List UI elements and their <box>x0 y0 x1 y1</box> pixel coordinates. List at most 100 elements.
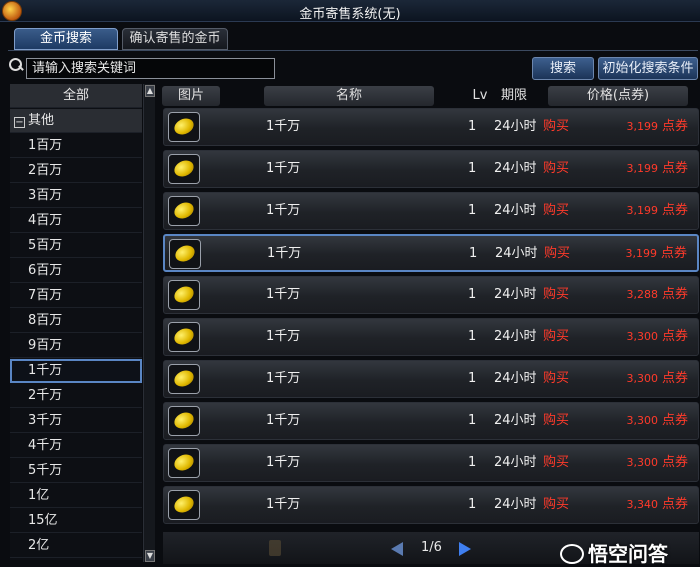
collapse-icon[interactable]: − <box>14 117 25 128</box>
item-name: 1千万 <box>266 161 301 176</box>
item-period: 24小时 <box>494 497 537 512</box>
buy-link[interactable]: 购买 <box>543 361 569 397</box>
price-unit: 点券 <box>661 287 688 302</box>
column-header-period[interactable]: 期限 <box>494 86 534 106</box>
sidebar-group-label: 其他 <box>28 113 55 128</box>
price-amount: 3,300 <box>626 330 658 343</box>
item-price: 3,199 点券 <box>626 193 688 229</box>
item-period: 24小时 <box>494 371 537 386</box>
sidebar-item[interactable]: 3百万 <box>10 184 142 208</box>
price-unit: 点券 <box>661 497 688 512</box>
buy-link[interactable]: 购买 <box>543 109 569 145</box>
price-unit: 点券 <box>661 161 688 176</box>
sidebar-item[interactable]: 4千万 <box>10 434 142 458</box>
sidebar-item[interactable]: 4百万 <box>10 209 142 233</box>
item-level: 1 <box>468 287 477 302</box>
item-level: 1 <box>468 329 477 344</box>
column-header-lv[interactable]: Lv <box>470 86 490 106</box>
sidebar-item[interactable]: 1千万 <box>10 359 142 383</box>
price-amount: 3,199 <box>626 162 658 175</box>
buy-link[interactable]: 购买 <box>543 487 569 523</box>
buy-link[interactable]: 购买 <box>543 193 569 229</box>
price-amount: 3,288 <box>626 288 658 301</box>
tab-divider <box>8 50 698 51</box>
sidebar-item[interactable]: 2千万 <box>10 384 142 408</box>
item-level: 1 <box>468 455 477 470</box>
page-indicator: 1/6 <box>421 540 442 555</box>
sidebar-item-all[interactable]: 全部 <box>10 84 142 108</box>
buy-link[interactable]: 购买 <box>543 151 569 187</box>
item-period: 24小时 <box>494 455 537 470</box>
arrow-left-icon[interactable] <box>391 542 403 556</box>
buy-link[interactable]: 购买 <box>543 403 569 439</box>
price-amount: 3,340 <box>626 498 658 511</box>
item-level: 1 <box>468 413 477 428</box>
table-row[interactable]: 1千万 1 24小时 购买 3,300 点券 <box>163 360 699 398</box>
sidebar-item[interactable]: 1百万 <box>10 134 142 158</box>
arrow-right-icon[interactable] <box>459 542 471 556</box>
sidebar-item[interactable]: 2亿 <box>10 534 142 558</box>
item-name: 1千万 <box>266 371 301 386</box>
reset-search-button[interactable]: 初始化搜索条件 <box>598 57 698 80</box>
price-unit: 点券 <box>661 203 688 218</box>
table-row[interactable]: 1千万 1 24小时 购买 3,288 点券 <box>163 276 699 314</box>
table-row[interactable]: 1千万 1 24小时 购买 3,300 点券 <box>163 318 699 356</box>
table-row[interactable]: 1千万 1 24小时 购买 3,199 点券 <box>163 108 699 146</box>
item-period: 24小时 <box>494 287 537 302</box>
table-row[interactable]: 1千万 1 24小时 购买 3,300 点券 <box>163 402 699 440</box>
buy-link[interactable]: 购买 <box>543 445 569 481</box>
item-period: 24小时 <box>494 413 537 428</box>
sidebar-item[interactable]: 8百万 <box>10 309 142 333</box>
sidebar-item[interactable]: 15亿 <box>10 509 142 533</box>
table-row[interactable]: 1千万 1 24小时 购买 3,300 点券 <box>163 444 699 482</box>
sidebar-item[interactable]: 1亿 <box>10 484 142 508</box>
item-level: 1 <box>468 371 477 386</box>
item-level: 1 <box>468 203 477 218</box>
gold-coin-icon <box>168 406 200 436</box>
table-row[interactable]: 1千万 1 24小时 购买 3,199 点券 <box>163 234 699 272</box>
item-price: 3,300 点券 <box>626 445 688 481</box>
sidebar-item[interactable]: 2百万 <box>10 159 142 183</box>
table-row[interactable]: 1千万 1 24小时 购买 3,199 点券 <box>163 192 699 230</box>
buy-link[interactable]: 购买 <box>544 236 570 270</box>
price-unit: 点券 <box>661 455 688 470</box>
item-level: 1 <box>468 119 477 134</box>
item-name: 1千万 <box>266 119 301 134</box>
item-period: 24小时 <box>495 246 538 261</box>
column-header-name[interactable]: 名称 <box>264 86 434 106</box>
item-price: 3,288 点券 <box>626 277 688 313</box>
sidebar-scrollbar[interactable]: ▲ ▼ <box>143 84 155 562</box>
sidebar-item[interactable]: 9百万 <box>10 334 142 358</box>
item-level: 1 <box>469 246 478 261</box>
tab-gold-search[interactable]: 金币搜索 <box>14 28 118 50</box>
buy-link[interactable]: 购买 <box>543 277 569 313</box>
item-price: 3,300 点券 <box>626 361 688 397</box>
gold-coin-icon <box>168 448 200 478</box>
tab-confirm-consignment[interactable]: 确认寄售的金币 <box>122 28 228 50</box>
item-period: 24小时 <box>494 161 537 176</box>
price-unit: 点券 <box>661 329 688 344</box>
lock-icon <box>269 540 281 556</box>
item-period: 24小时 <box>494 329 537 344</box>
table-row[interactable]: 1千万 1 24小时 购买 3,340 点券 <box>163 486 699 524</box>
sidebar-item[interactable]: 7百万 <box>10 284 142 308</box>
scroll-up-icon[interactable]: ▲ <box>145 85 155 97</box>
scroll-down-icon[interactable]: ▼ <box>145 550 155 562</box>
sidebar-group-other[interactable]: − 其他 <box>10 109 142 133</box>
sidebar-item[interactable]: 5千万 <box>10 459 142 483</box>
search-button[interactable]: 搜索 <box>532 57 594 80</box>
buy-link[interactable]: 购买 <box>543 319 569 355</box>
sidebar-item[interactable]: 3千万 <box>10 409 142 433</box>
sidebar-item[interactable]: 5百万 <box>10 234 142 258</box>
price-amount: 3,199 <box>625 247 657 260</box>
item-price: 3,340 点券 <box>626 487 688 523</box>
item-name: 1千万 <box>266 329 301 344</box>
price-amount: 3,199 <box>626 120 658 133</box>
gold-coin-icon <box>168 490 200 520</box>
column-header-price[interactable]: 价格(点券) <box>548 86 688 106</box>
item-price: 3,199 点券 <box>626 109 688 145</box>
search-input[interactable] <box>26 58 275 79</box>
sidebar-item[interactable]: 6百万 <box>10 259 142 283</box>
table-row[interactable]: 1千万 1 24小时 购买 3,199 点券 <box>163 150 699 188</box>
item-period: 24小时 <box>494 119 537 134</box>
